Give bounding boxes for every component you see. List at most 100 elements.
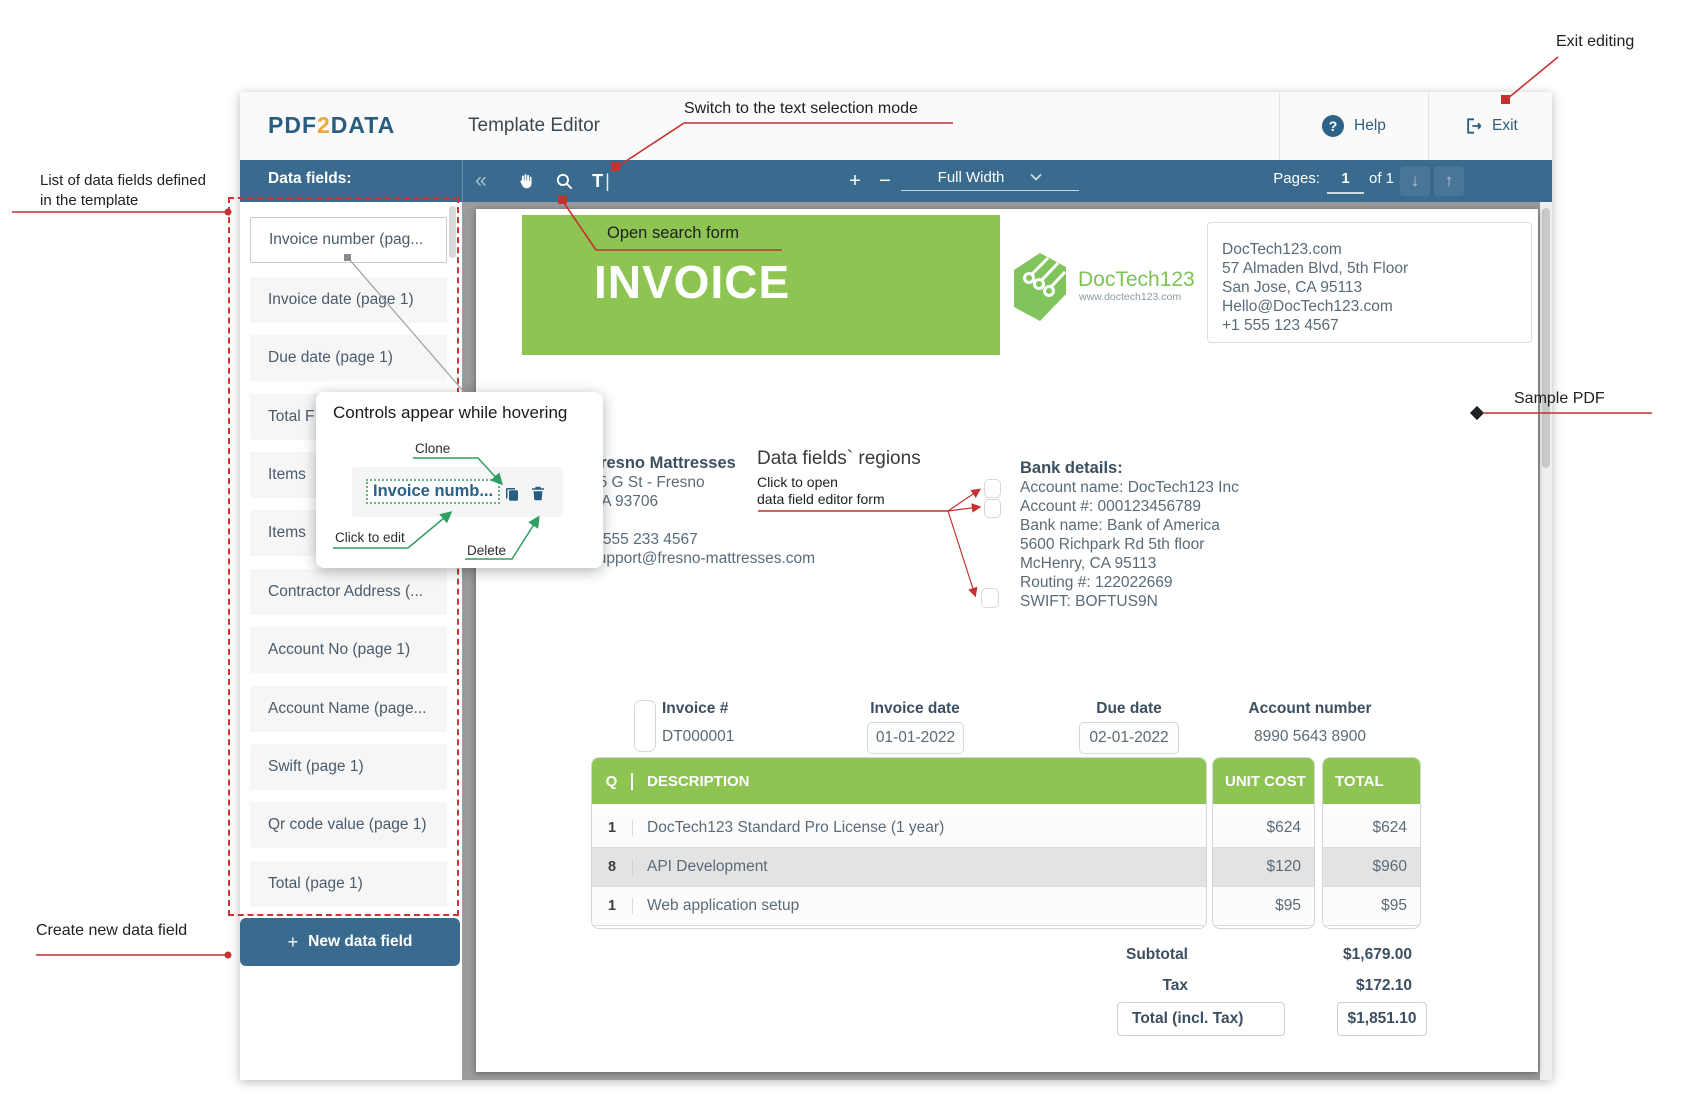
exit-icon[interactable] xyxy=(1464,116,1484,136)
cell-total: $95 xyxy=(1323,887,1420,926)
annotation-create-field: Create new data field xyxy=(36,922,187,940)
bank-details-title: Bank details: xyxy=(1020,459,1123,478)
customer-name: Fresno Mattresses xyxy=(590,454,736,473)
annotation-regions-2: data field editor form xyxy=(757,491,885,507)
tax-value: $172.10 xyxy=(1262,977,1412,995)
subtotal-value: $1,679.00 xyxy=(1262,946,1412,964)
text-selection-mode-icon[interactable]: T| xyxy=(586,166,616,196)
bank-line: Account name: DocTech123 Inc xyxy=(1020,479,1239,497)
delete-icon[interactable] xyxy=(529,484,547,503)
region-marker-account-name[interactable] xyxy=(984,479,1001,498)
pages-label: Pages: xyxy=(1263,170,1320,187)
region-marker-invoice-number[interactable] xyxy=(634,700,656,752)
bank-line: 5600 Richpark Rd 5th floor xyxy=(1020,536,1204,554)
items-table-region-unit-cost[interactable]: UNIT COST $624 $120 $95 xyxy=(1212,757,1315,929)
bank-line: Routing #: 122022669 xyxy=(1020,574,1173,592)
data-fields-panel-title: Data fields: xyxy=(268,170,352,188)
search-icon[interactable] xyxy=(551,167,577,195)
col-header-description: DESCRIPTION xyxy=(633,773,750,790)
table-row: 1 Web application setup xyxy=(592,887,1206,926)
plus-icon: + xyxy=(288,932,299,953)
col-header-unit-cost: UNIT COST xyxy=(1213,773,1306,790)
invoice-date-label: Invoice date xyxy=(855,700,975,718)
zoom-mode-select[interactable]: Full Width xyxy=(901,164,1079,191)
region-marker-total[interactable]: Total (incl. Tax) xyxy=(1117,1002,1285,1036)
annotation-sample-pdf: Sample PDF xyxy=(1514,390,1605,408)
annotation-regions-1: Click to open xyxy=(757,474,838,490)
delete-callout-label: Delete xyxy=(467,543,506,558)
region-marker-account-no[interactable] xyxy=(984,499,1001,518)
pan-hand-icon[interactable] xyxy=(512,167,538,195)
toolbar-divider xyxy=(462,160,463,202)
company-line: 57 Almaden Blvd, 5th Floor xyxy=(1222,260,1408,278)
tooltip-title: Controls appear while hovering xyxy=(333,403,567,423)
logo-pdf: PDF xyxy=(268,112,317,138)
edit-callout-label: Click to edit xyxy=(335,530,405,545)
company-line: San Jose, CA 95113 xyxy=(1222,279,1362,297)
company-line: +1 555 123 4567 xyxy=(1222,317,1339,335)
zoom-in-button[interactable]: + xyxy=(842,166,868,196)
pages-total: of 1 xyxy=(1369,170,1394,187)
clone-callout-label: Clone xyxy=(415,441,450,456)
logo-data: DATA xyxy=(331,112,395,138)
cell-total: $624 xyxy=(1323,809,1420,848)
new-data-field-button[interactable]: + New data field xyxy=(240,918,460,966)
page-down-icon[interactable]: ↓ xyxy=(1400,166,1430,196)
region-marker-invoice-date[interactable]: 01-01-2022 xyxy=(867,722,964,754)
cell-total: $960 xyxy=(1323,848,1420,887)
items-table-region-total[interactable]: TOTAL $624 $960 $95 xyxy=(1322,757,1421,929)
page-number-input[interactable]: 1 xyxy=(1327,166,1364,194)
customer-line: support@fresno-mattresses.com xyxy=(590,550,815,568)
doctech-logo-icon xyxy=(1008,250,1072,324)
bank-line: SWIFT: BOFTUS9N xyxy=(1020,593,1158,611)
chevron-down-icon xyxy=(1030,173,1042,181)
region-marker-swift[interactable] xyxy=(981,588,999,608)
invoice-no-label: Invoice # xyxy=(662,700,728,718)
bank-line: Bank name: Bank of America xyxy=(1020,517,1220,535)
page-title: Template Editor xyxy=(468,115,600,137)
help-button[interactable]: Help xyxy=(1354,117,1386,135)
zoom-out-button[interactable]: − xyxy=(872,166,898,196)
screenshot-canvas: PDF2DATA Template Editor ? Help Exit Dat… xyxy=(0,0,1683,1116)
items-table-region-description[interactable]: Q DESCRIPTION 1 DocTech123 Standard Pro … xyxy=(591,757,1207,929)
subtotal-label: Subtotal xyxy=(988,946,1188,964)
viewer-scrollbar-thumb[interactable] xyxy=(1542,208,1550,468)
customer-line: 1 555 233 4567 xyxy=(590,531,698,549)
annotation-exit-editing: Exit editing xyxy=(1556,33,1634,51)
annotation-fields-list-1: List of data fields defined xyxy=(40,172,206,189)
customer-line: 45 G St - Fresno xyxy=(590,474,705,492)
cell-unit-cost: $95 xyxy=(1213,887,1314,926)
invoice-title: INVOICE xyxy=(594,255,790,309)
invoice-no-value: DT000001 xyxy=(662,728,734,746)
region-marker-due-date[interactable]: 02-01-2022 xyxy=(1079,722,1179,754)
brand-name: DocTech123 xyxy=(1078,268,1195,292)
brand-url: www.doctech123.com xyxy=(1079,291,1181,303)
exit-section xyxy=(1428,92,1553,160)
cell-unit-cost: $624 xyxy=(1213,809,1314,848)
bank-line: McHenry, CA 95113 xyxy=(1020,555,1156,573)
annotation-fields-list-2: in the template xyxy=(40,192,138,209)
collapse-sidebar-icon[interactable]: « xyxy=(468,166,494,196)
table-row: 1 DocTech123 Standard Pro License (1 yea… xyxy=(592,809,1206,848)
account-number-label: Account number xyxy=(1230,700,1390,718)
exit-button[interactable]: Exit xyxy=(1492,117,1518,135)
annotation-open-search: Open search form xyxy=(607,224,739,243)
col-header-q: Q xyxy=(592,773,633,790)
account-number-value: 8990 5643 8900 xyxy=(1230,728,1390,746)
company-line: Hello@DocTech123.com xyxy=(1222,298,1393,316)
tax-label: Tax xyxy=(988,977,1188,995)
zoom-mode-value: Full Width xyxy=(938,169,1005,186)
region-marker-total-value[interactable]: $1,851.10 xyxy=(1337,1002,1427,1036)
annotation-regions-title: Data fields` regions xyxy=(757,448,921,470)
col-header-total: TOTAL xyxy=(1323,773,1384,790)
help-icon[interactable]: ? xyxy=(1322,115,1344,137)
table-row: 8 API Development xyxy=(592,848,1206,887)
due-date-label: Due date xyxy=(1069,700,1189,718)
cell-unit-cost: $120 xyxy=(1213,848,1314,887)
company-line: DocTech123.com xyxy=(1222,241,1342,259)
app-logo: PDF2DATA xyxy=(268,112,395,139)
logo-2: 2 xyxy=(317,112,331,138)
tooltip-field-chip[interactable]: Invoice numb... xyxy=(366,479,500,504)
clone-icon[interactable] xyxy=(503,485,521,503)
page-up-icon[interactable]: ↑ xyxy=(1434,166,1464,196)
